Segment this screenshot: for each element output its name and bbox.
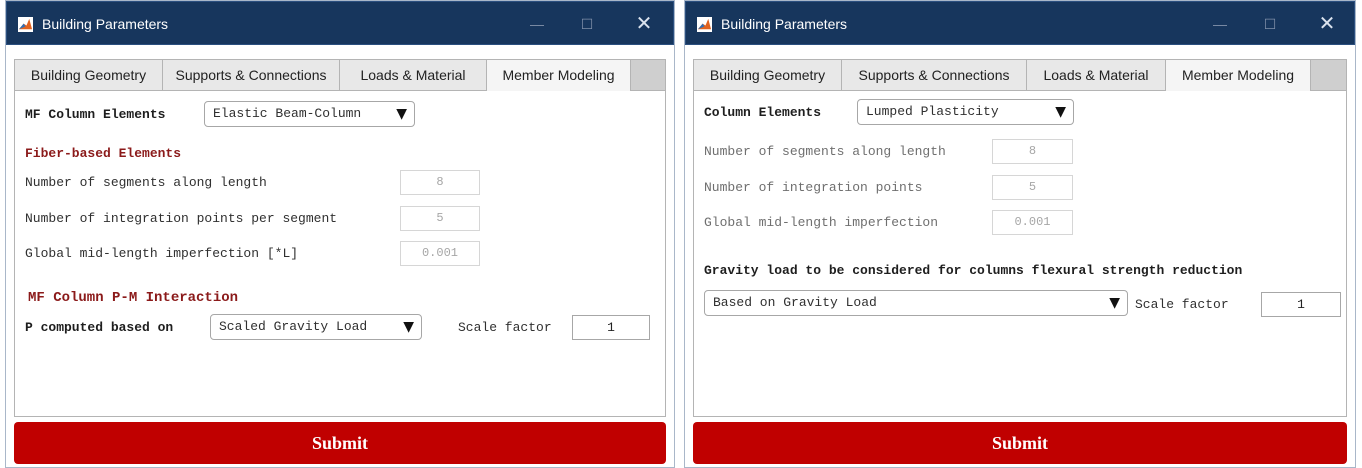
minimize-button[interactable]: —	[514, 2, 560, 46]
integration-label: Number of integration points	[704, 180, 923, 195]
tab-panel: Building Geometry Supports & Connections…	[693, 59, 1347, 417]
tab-supports-connections[interactable]: Supports & Connections	[842, 60, 1027, 90]
tab-panel: Building Geometry Supports & Connections…	[14, 59, 666, 417]
title-bar: Building Parameters — ☐ ✕	[6, 1, 674, 45]
integration-field[interactable]: 5	[400, 206, 480, 231]
tab-building-geometry[interactable]: Building Geometry	[694, 60, 842, 90]
pm-section-title: MF Column P-M Interaction	[28, 290, 239, 306]
column-elements-label: MF Column Elements	[25, 107, 166, 122]
segments-field[interactable]: 8	[400, 170, 480, 195]
matlab-logo-icon	[18, 17, 33, 32]
title-bar: Building Parameters — ☐ ✕	[685, 1, 1355, 45]
p-computed-label: P computed based on	[25, 320, 174, 335]
chevron-down-icon: ▼	[1055, 104, 1066, 120]
window-title: Building Parameters	[721, 16, 848, 32]
imperfection-label: Global mid-length imperfection [*L]	[25, 246, 299, 261]
window-title: Building Parameters	[42, 16, 169, 32]
imperfection-field[interactable]: 0.001	[400, 241, 480, 266]
scale-factor-label: Scale factor	[1135, 297, 1229, 312]
tab-loads-material[interactable]: Loads & Material	[1027, 60, 1166, 90]
dropdown-value: Scaled Gravity Load	[219, 319, 368, 334]
chevron-down-icon: ▼	[1109, 295, 1120, 311]
submit-button[interactable]: Submit	[14, 422, 666, 464]
tab-member-modeling[interactable]: Member Modeling	[487, 60, 631, 91]
segments-field[interactable]: 8	[992, 139, 1073, 164]
building-parameters-window-1: Building Parameters — ☐ ✕ Building Geome…	[5, 0, 675, 468]
chevron-down-icon: ▼	[403, 319, 414, 335]
imperfection-label: Global mid-length imperfection	[704, 215, 939, 230]
scale-factor-field[interactable]: 1	[1261, 292, 1341, 317]
matlab-logo-icon	[697, 17, 712, 32]
submit-button[interactable]: Submit	[693, 422, 1347, 464]
gravity-load-dropdown[interactable]: Based on Gravity Load ▼	[704, 290, 1128, 316]
integration-field[interactable]: 5	[992, 175, 1073, 200]
column-elements-dropdown[interactable]: Elastic Beam-Column ▼	[204, 101, 415, 127]
scale-factor-field[interactable]: 1	[572, 315, 650, 340]
imperfection-field[interactable]: 0.001	[992, 210, 1073, 235]
tab-strip: Building Geometry Supports & Connections…	[15, 60, 665, 91]
maximize-button[interactable]: ☐	[564, 2, 610, 46]
chevron-down-icon: ▼	[396, 106, 407, 122]
p-computed-dropdown[interactable]: Scaled Gravity Load ▼	[210, 314, 422, 340]
integration-label: Number of integration points per segment	[25, 211, 338, 226]
tab-strip: Building Geometry Supports & Connections…	[694, 60, 1346, 91]
close-button[interactable]: ✕	[621, 2, 667, 46]
scale-factor-label: Scale factor	[458, 320, 552, 335]
tab-building-geometry[interactable]: Building Geometry	[15, 60, 163, 90]
fiber-section-title: Fiber-based Elements	[25, 146, 182, 161]
column-elements-label: Column Elements	[704, 105, 822, 120]
close-button[interactable]: ✕	[1304, 2, 1350, 46]
building-parameters-window-2: Building Parameters — ☐ ✕ Building Geome…	[684, 0, 1356, 468]
dropdown-value: Based on Gravity Load	[713, 295, 877, 310]
tab-member-modeling[interactable]: Member Modeling	[1166, 60, 1311, 91]
tab-supports-connections[interactable]: Supports & Connections	[163, 60, 340, 90]
dropdown-value: Lumped Plasticity	[866, 104, 999, 119]
column-elements-dropdown[interactable]: Lumped Plasticity ▼	[857, 99, 1074, 125]
tab-loads-material[interactable]: Loads & Material	[340, 60, 487, 90]
maximize-button[interactable]: ☐	[1247, 2, 1293, 46]
dropdown-value: Elastic Beam-Column	[213, 106, 362, 121]
minimize-button[interactable]: —	[1197, 2, 1243, 46]
segments-label: Number of segments along length	[704, 144, 946, 159]
gravity-load-title: Gravity load to be considered for column…	[704, 263, 1243, 278]
segments-label: Number of segments along length	[25, 175, 267, 190]
